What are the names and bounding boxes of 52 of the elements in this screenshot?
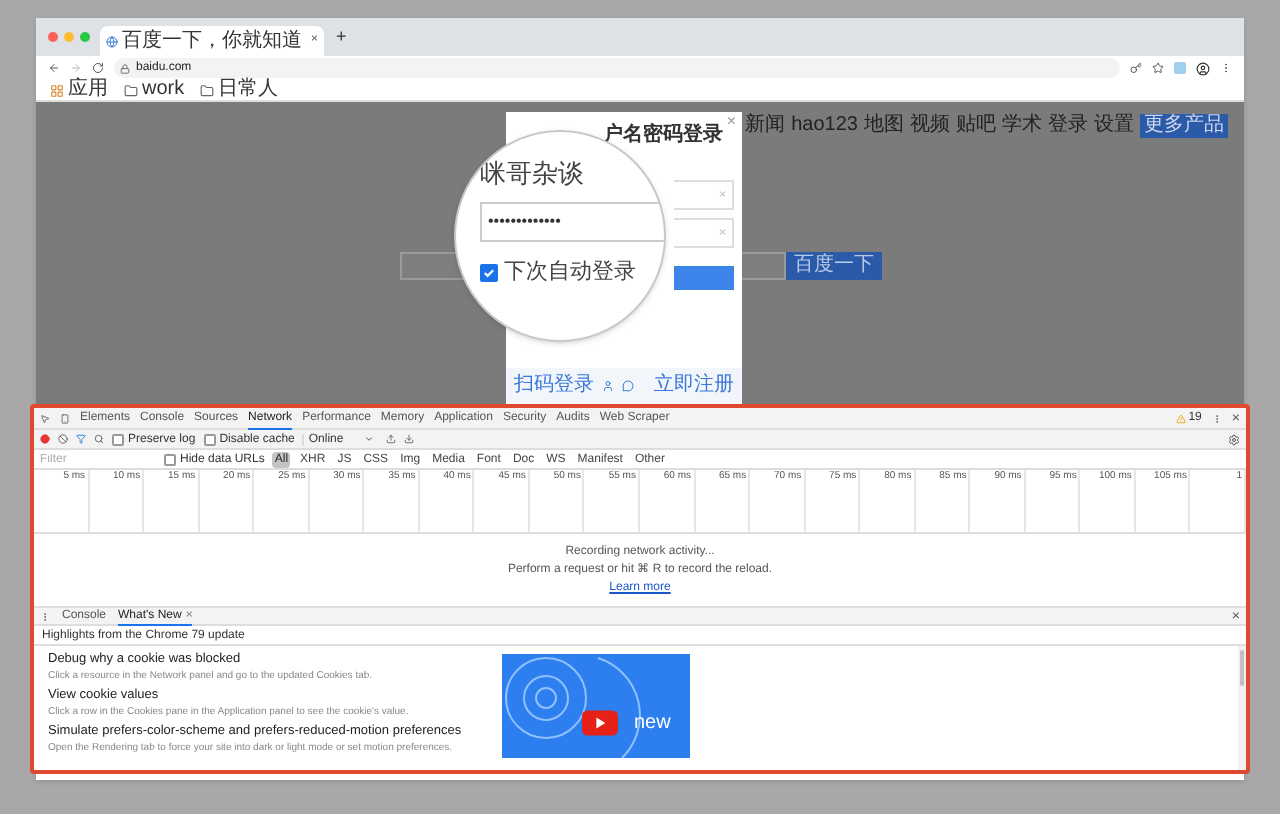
apps-icon bbox=[50, 83, 64, 97]
nav-link[interactable]: 贴吧 bbox=[956, 116, 996, 136]
checkbox[interactable] bbox=[164, 453, 176, 465]
nav-link[interactable]: 设置 bbox=[1094, 116, 1134, 136]
bookmark-link[interactable]: work bbox=[142, 80, 185, 100]
search-button[interactable]: 百度一下 bbox=[786, 252, 882, 280]
warning-icon bbox=[1176, 413, 1187, 423]
folder-icon bbox=[124, 83, 138, 97]
star-icon[interactable] bbox=[1152, 62, 1164, 74]
reload-icon[interactable] bbox=[92, 62, 104, 74]
settings-icon[interactable] bbox=[1228, 433, 1240, 445]
folder-icon bbox=[200, 83, 215, 97]
nav-link[interactable]: 新闻 bbox=[745, 116, 786, 136]
nav-link[interactable]: 学术 bbox=[1002, 116, 1042, 136]
caret-icon bbox=[363, 434, 374, 444]
filter-icon[interactable] bbox=[76, 434, 86, 444]
new-tab-button[interactable]: + bbox=[336, 28, 347, 46]
download-icon[interactable] bbox=[403, 434, 414, 444]
video-caption: new bbox=[634, 714, 671, 734]
search-icon[interactable] bbox=[94, 434, 104, 444]
profile-icon[interactable] bbox=[1196, 61, 1210, 75]
more-products-button[interactable]: 更多产品 bbox=[1140, 114, 1228, 138]
register-link[interactable]: 立即注册 bbox=[654, 376, 734, 396]
clear-icon[interactable] bbox=[58, 434, 68, 444]
favicon-icon bbox=[106, 35, 118, 47]
password-field[interactable]: ••••••••••••• bbox=[480, 202, 664, 242]
person-icon[interactable] bbox=[602, 380, 614, 392]
nav-link[interactable]: 地图 bbox=[864, 116, 904, 136]
zoom-window-button[interactable] bbox=[80, 32, 90, 42]
qr-login-link[interactable]: 扫码登录 bbox=[514, 376, 594, 396]
username-text: 咪哥杂谈 bbox=[480, 160, 586, 186]
scrollbar-thumb[interactable] bbox=[1240, 650, 1244, 686]
bookmark-link[interactable]: 日常人 bbox=[218, 80, 279, 100]
chat-icon[interactable] bbox=[622, 380, 634, 392]
key-icon[interactable] bbox=[1130, 62, 1142, 74]
lock-icon bbox=[120, 63, 130, 73]
device-icon[interactable] bbox=[60, 413, 70, 423]
back-icon[interactable] bbox=[48, 62, 60, 74]
video-thumbnail[interactable]: new bbox=[502, 654, 690, 758]
nav-link[interactable]: 视频 bbox=[910, 116, 950, 136]
nav-link[interactable]: 登录 bbox=[1048, 116, 1088, 136]
record-icon[interactable] bbox=[40, 434, 50, 444]
inspect-icon[interactable] bbox=[40, 413, 50, 423]
remember-label: 下次自动登录 bbox=[504, 262, 636, 284]
bookmark-link[interactable]: 应用 bbox=[68, 80, 108, 100]
upload-icon[interactable] bbox=[385, 434, 396, 444]
checkbox[interactable] bbox=[203, 433, 216, 445]
checkbox[interactable] bbox=[480, 264, 498, 282]
play-icon[interactable] bbox=[582, 710, 618, 736]
close-window-button[interactable] bbox=[48, 32, 58, 42]
nav-link[interactable]: hao123 bbox=[791, 116, 858, 136]
checkbox[interactable] bbox=[112, 433, 124, 445]
